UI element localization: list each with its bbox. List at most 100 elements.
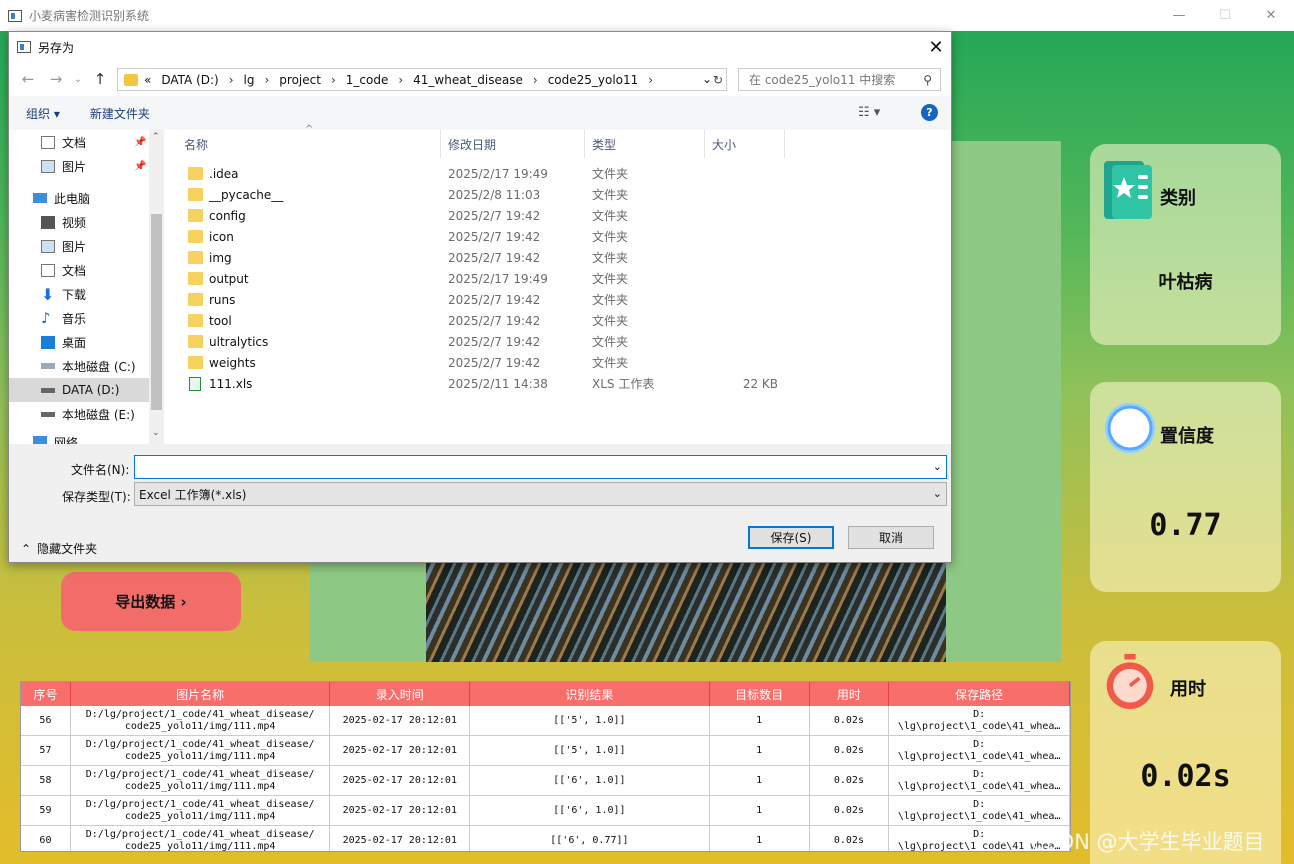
nav-item-documents[interactable]: 文档 📌 <box>9 130 149 154</box>
forward-arrow-icon[interactable]: → <box>45 68 67 90</box>
breadcrumb-item[interactable]: 41_wheat_disease <box>413 73 523 87</box>
breadcrumb-item[interactable]: lg <box>244 73 255 87</box>
table-row[interactable]: 56 D:/lg/project/1_code/41_wheat_disease/… <box>21 706 1070 736</box>
table-row[interactable]: 58 D:/lg/project/1_code/41_wheat_disease/… <box>21 766 1070 796</box>
nav-item-drive-e[interactable]: 本地磁盘 (E:) <box>9 402 149 426</box>
search-input[interactable]: 在 code25_yolo11 中搜索 ⚲ <box>738 68 941 91</box>
new-folder-button[interactable]: 新建文件夹 <box>90 105 150 122</box>
maximize-button[interactable]: ☐ <box>1202 0 1248 31</box>
file-type: 文件夹 <box>592 314 629 328</box>
table-row[interactable]: 59 D:/lg/project/1_code/41_wheat_disease/… <box>21 796 1070 826</box>
file-row[interactable]: weights 2025/2/7 19:42 文件夹 <box>164 352 951 373</box>
filename-label: 文件名(N): <box>71 463 130 477</box>
nav-item-desktop[interactable]: 桌面 <box>9 330 149 354</box>
nav-item-network[interactable]: 网络 <box>9 430 149 444</box>
col-header[interactable]: 序号 <box>21 682 71 706</box>
table-cell: 0.02s <box>810 766 890 795</box>
file-row[interactable]: output 2025/2/17 19:49 文件夹 <box>164 268 951 289</box>
col-header[interactable]: 保存路径 <box>889 682 1070 706</box>
file-row[interactable]: __pycache__ 2025/2/8 11:03 文件夹 <box>164 184 951 205</box>
nav-item-this-pc[interactable]: 此电脑 <box>9 186 149 210</box>
file-row[interactable]: config 2025/2/7 19:42 文件夹 <box>164 205 951 226</box>
nav-item-music[interactable]: ♪ 音乐 <box>9 306 149 330</box>
file-type: 文件夹 <box>592 188 629 202</box>
recent-dropdown-icon[interactable]: ⌄ <box>67 68 89 90</box>
breadcrumb-item[interactable]: 1_code <box>346 73 389 87</box>
file-name: tool <box>209 313 232 328</box>
view-options-icon[interactable]: ☷ ▾ <box>858 105 880 120</box>
file-type: 文件夹 <box>592 167 629 181</box>
table-cell: 2025-02-17 20:12:01 <box>330 826 471 851</box>
minimize-button[interactable]: — <box>1156 0 1202 31</box>
file-row[interactable]: tool 2025/2/7 19:42 文件夹 <box>164 310 951 331</box>
confidence-card: 置信度 0.77 <box>1090 382 1281 592</box>
file-row[interactable]: ultralytics 2025/2/7 19:42 文件夹 <box>164 331 951 352</box>
chevron-down-icon[interactable]: ⌄ <box>933 460 942 473</box>
close-window-button[interactable]: ✕ <box>1248 0 1294 31</box>
col-date[interactable]: 修改日期 <box>441 130 585 158</box>
hide-folders-toggle[interactable]: ⌃ 隐藏文件夹 <box>21 540 97 557</box>
dialog-icon <box>17 41 31 53</box>
time-label: 用时 <box>1170 679 1206 700</box>
scroll-down-icon[interactable]: ⌄ <box>152 428 160 438</box>
file-row[interactable]: .idea 2025/2/17 19:49 文件夹 <box>164 163 951 184</box>
breadcrumb-item[interactable]: code25_yolo11 <box>548 73 639 87</box>
dialog-close-button[interactable]: ✕ <box>921 32 951 62</box>
help-icon[interactable]: ? <box>921 104 938 121</box>
nav-item-drive-c[interactable]: 本地磁盘 (C:) <box>9 354 149 378</box>
table-row[interactable]: 57 D:/lg/project/1_code/41_wheat_disease/… <box>21 736 1070 766</box>
table-cell: 1 <box>710 796 810 825</box>
nav-item-downloads[interactable]: ⬇ 下载 <box>9 282 149 306</box>
table-row[interactable]: 60 D:/lg/project/1_code/41_wheat_disease/… <box>21 826 1070 851</box>
scroll-up-icon[interactable]: ⌃ <box>152 132 160 142</box>
col-type[interactable]: 类型 <box>585 130 705 158</box>
cancel-button[interactable]: 取消 <box>848 526 934 549</box>
hide-folders-label: 隐藏文件夹 <box>37 542 98 556</box>
filetype-select[interactable]: Excel 工作簿(*.xls) ⌄ <box>134 482 947 506</box>
breadcrumb-item[interactable]: project <box>279 73 321 87</box>
nav-item-pictures-2[interactable]: 图片 <box>9 234 149 258</box>
col-header[interactable]: 识别结果 <box>470 682 710 706</box>
table-cell: 56 <box>21 706 71 735</box>
computer-icon <box>33 193 47 203</box>
folder-icon <box>124 73 138 86</box>
breadcrumb-overflow[interactable]: « <box>144 73 151 87</box>
music-note-icon: ♪ <box>41 308 51 327</box>
search-placeholder: 在 code25_yolo11 中搜索 <box>749 73 896 87</box>
file-row[interactable]: 111.xls 2025/2/11 14:38 XLS 工作表 22 KB <box>164 373 951 394</box>
nav-item-pictures[interactable]: 图片 📌 <box>9 154 149 178</box>
excel-file-icon <box>189 376 201 391</box>
nav-item-videos[interactable]: 视频 <box>9 210 149 234</box>
col-header[interactable]: 录入时间 <box>330 682 471 706</box>
col-size[interactable]: 大小 <box>705 130 785 158</box>
col-name[interactable]: 名称 ^ <box>164 124 441 158</box>
export-data-button[interactable]: 导出数据 › <box>61 572 241 631</box>
scrollbar-thumb[interactable] <box>151 214 162 410</box>
file-name: runs <box>209 292 236 307</box>
table-cell: D:/lg/project/1_code/41_wheat_disease/ c… <box>71 826 331 851</box>
save-button[interactable]: 保存(S) <box>748 526 834 549</box>
refresh-icon[interactable]: ↻ <box>709 68 727 91</box>
nav-item-drive-d[interactable]: DATA (D:) <box>9 378 149 402</box>
file-row[interactable]: runs 2025/2/7 19:42 文件夹 <box>164 289 951 310</box>
chevron-down-icon[interactable]: ⌄ <box>933 487 942 500</box>
nav-item-documents-2[interactable]: 文档 <box>9 258 149 282</box>
back-arrow-icon[interactable]: ← <box>17 68 39 90</box>
up-arrow-icon[interactable]: ↑ <box>89 68 111 90</box>
col-header[interactable]: 目标数目 <box>710 682 810 706</box>
app-titlebar: 小麦病害检测识别系统 — ☐ ✕ <box>0 0 1294 31</box>
table-cell: 2025-02-17 20:12:01 <box>330 736 471 765</box>
filename-input[interactable]: ⌄ <box>134 455 947 479</box>
table-cell: D:/lg/project/1_code/41_wheat_disease/ c… <box>71 706 331 735</box>
col-header[interactable]: 用时 <box>810 682 890 706</box>
drive-icon <box>41 411 55 417</box>
breadcrumb-item[interactable]: DATA (D:) <box>161 73 218 87</box>
file-type: 文件夹 <box>592 293 629 307</box>
breadcrumb[interactable]: « DATA (D:) › lg › project › 1_code › 41_whe… <box>117 68 727 91</box>
organize-button[interactable]: 组织 ▾ <box>26 105 60 122</box>
book-icon <box>1102 161 1158 219</box>
file-row[interactable]: icon 2025/2/7 19:42 文件夹 <box>164 226 951 247</box>
file-row[interactable]: img 2025/2/7 19:42 文件夹 <box>164 247 951 268</box>
nav-scrollbar[interactable]: ⌃ ⌄ <box>149 130 164 444</box>
col-header[interactable]: 图片名称 <box>71 682 331 706</box>
